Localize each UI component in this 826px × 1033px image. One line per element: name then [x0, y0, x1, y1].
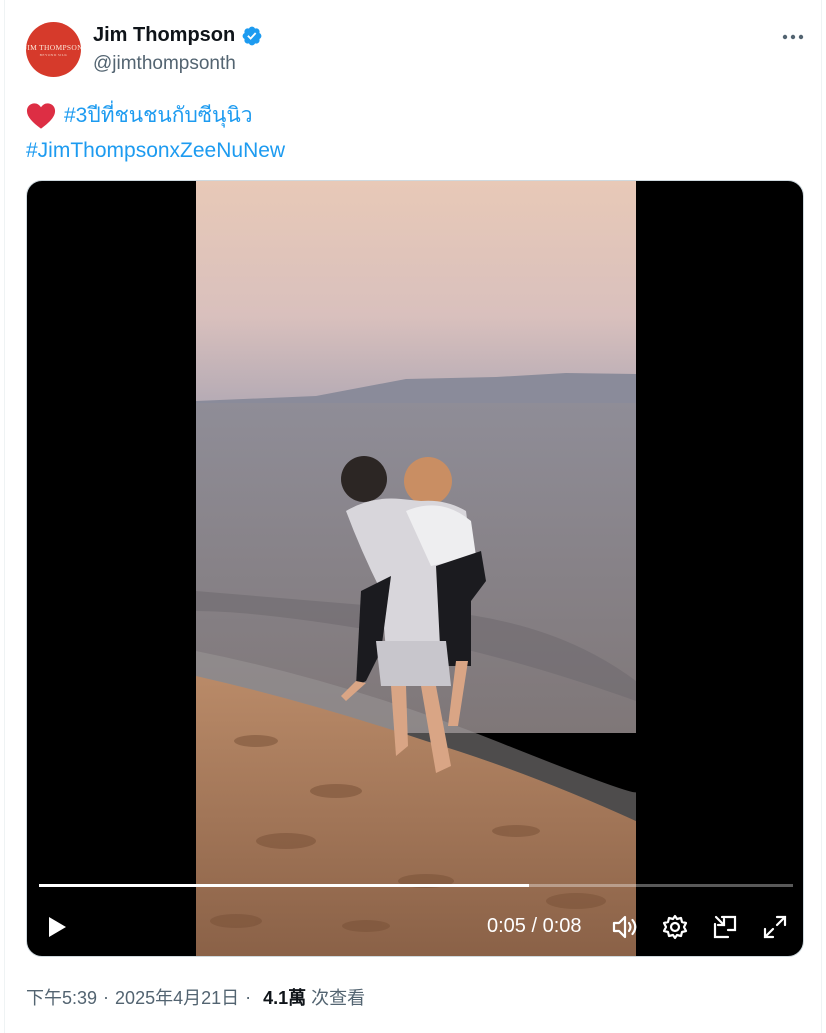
views-label: 次查看	[311, 988, 366, 1008]
post-meta: 下午5:39 · 2025年4月21日 · 4.1萬 次查看	[26, 984, 365, 1010]
hashtag-link-1[interactable]: #3ปีที่ชนชนกับซีนุนิว	[64, 98, 253, 133]
author-name[interactable]: Jim Thompson	[93, 24, 235, 47]
more-options-button[interactable]	[778, 22, 808, 52]
more-icon	[782, 34, 804, 40]
pop-out-button[interactable]	[707, 909, 743, 945]
progress-bar[interactable]	[39, 884, 793, 887]
video-player[interactable]: 0:05 / 0:08	[26, 180, 804, 957]
progress-fill	[39, 884, 530, 887]
volume-button[interactable]	[607, 909, 643, 945]
post-text: #3ปีที่ชนชนกับซีนุนิว #JimThompsonxZeeNu…	[26, 98, 285, 168]
author-name-row[interactable]: Jim Thompson	[93, 24, 263, 47]
avatar[interactable]: JIM THOMPSON BEYOND SILK	[26, 22, 81, 77]
post-text-line-1: #3ปีที่ชนชนกับซีนุนิว	[26, 98, 285, 133]
settings-button[interactable]	[657, 909, 693, 945]
avatar-logo-text: JIM THOMPSON	[26, 42, 81, 52]
play-button[interactable]	[39, 909, 75, 945]
time-readout: 0:05 / 0:08	[487, 915, 582, 937]
fullscreen-button[interactable]	[757, 909, 793, 945]
avatar-logo-subtext: BEYOND SILK	[39, 52, 68, 57]
volume-icon	[612, 915, 637, 939]
verified-badge-icon	[242, 26, 262, 45]
fullscreen-icon	[763, 915, 787, 939]
pop-out-icon	[713, 915, 737, 939]
meta-separator-2: ·	[245, 986, 252, 1007]
hashtag-link-2[interactable]: #JimThompsonxZeeNuNew	[26, 133, 285, 168]
author-handle[interactable]: @jimthompsonth	[93, 53, 236, 75]
post-date[interactable]: 2025年4月21日	[115, 984, 239, 1010]
post-time[interactable]: 下午5:39	[26, 984, 97, 1010]
play-icon	[49, 917, 66, 937]
views-count[interactable]: 4.1萬	[263, 984, 306, 1010]
settings-icon	[662, 914, 688, 940]
meta-separator: ·	[103, 986, 110, 1007]
heart-icon	[26, 102, 56, 129]
post-text-line-2: #JimThompsonxZeeNuNew	[26, 133, 285, 168]
video-frame[interactable]	[196, 181, 636, 957]
